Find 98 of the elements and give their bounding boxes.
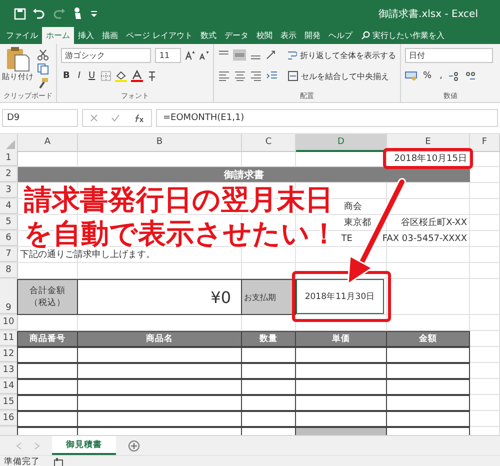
row-header[interactable]: 5 xyxy=(0,215,18,230)
increase-decimal-icon[interactable] xyxy=(448,71,460,81)
indent-icon[interactable] xyxy=(266,71,278,81)
italic-button[interactable]: I xyxy=(76,71,83,81)
ribbon-tab[interactable]: 開発 xyxy=(300,27,325,44)
row-header[interactable]: 2 xyxy=(0,167,18,182)
row-header[interactable]: 10 xyxy=(0,315,18,330)
currency-icon[interactable] xyxy=(405,71,417,81)
row-header[interactable]: 15 xyxy=(0,395,18,410)
add-sheet-icon[interactable] xyxy=(128,440,140,452)
font-color-icon[interactable] xyxy=(131,70,144,82)
column-header[interactable]: D xyxy=(296,134,387,152)
ribbon-tab[interactable]: データ xyxy=(220,27,253,44)
address-text: 谷区桜丘町X-XX xyxy=(401,216,467,229)
row-header[interactable]: 4 xyxy=(0,199,18,214)
align-center-icon[interactable] xyxy=(234,71,246,81)
window-title: 御請求書.xlsx - Excel xyxy=(378,8,478,20)
date-cell-text: 2018年10月15日 xyxy=(394,152,467,165)
font-grow-icon[interactable] xyxy=(185,50,196,60)
row-header[interactable]: 13 xyxy=(0,363,18,378)
ribbon-tab[interactable]: ページ レイアウト xyxy=(122,27,197,44)
middle-align-icon[interactable] xyxy=(233,49,246,61)
column-heading-cell: 数量 xyxy=(241,331,296,347)
row-header[interactable]: 12 xyxy=(0,347,18,362)
macro-record-icon[interactable] xyxy=(54,458,63,466)
annotation-text: 請求書発行日の翌月末日 xyxy=(24,183,334,217)
undo-icon[interactable] xyxy=(32,8,46,20)
font-size-box[interactable]: 11 xyxy=(155,48,182,62)
company-text: 商会 xyxy=(344,200,362,213)
row-header[interactable]: 11 xyxy=(0,331,18,346)
orientation-icon[interactable] xyxy=(266,50,277,60)
name-box[interactable]: D9 xyxy=(2,109,78,127)
insert-function-icon[interactable] xyxy=(134,114,144,122)
status-text: 準備完了 xyxy=(4,456,40,466)
sheet-tab[interactable]: 御見積書 xyxy=(52,436,116,455)
ribbon-tab[interactable]: 表示 xyxy=(276,27,301,44)
ribbon-tab[interactable]: 描画 xyxy=(98,27,122,44)
row-header[interactable]: 14 xyxy=(0,379,18,394)
comma-button[interactable]: , xyxy=(438,71,444,81)
total-label-cell: 合計金額 （税込） xyxy=(17,279,78,315)
row-header[interactable]: 16 xyxy=(0,411,18,426)
search-icon xyxy=(360,31,370,40)
column-heading-cell: 商品番号 xyxy=(17,331,78,347)
due-date-cell[interactable]: 2018年11月30日 xyxy=(296,279,384,314)
underline-button[interactable]: U xyxy=(86,71,98,81)
row-header[interactable] xyxy=(0,427,18,435)
format-painter-icon[interactable] xyxy=(37,77,49,89)
note-text: 下記の通りご請求申し上げます。 xyxy=(20,248,155,261)
row-header[interactable]: 3 xyxy=(0,183,18,198)
copy-icon[interactable] xyxy=(37,63,49,75)
percent-button[interactable]: % xyxy=(421,71,434,81)
customize-icon[interactable] xyxy=(90,10,98,18)
align-left-icon[interactable] xyxy=(218,71,230,81)
bold-button[interactable]: B xyxy=(61,71,72,81)
fill-color-icon[interactable] xyxy=(115,70,128,82)
merge-icon xyxy=(288,71,298,81)
row-header[interactable]: 6 xyxy=(0,231,18,246)
formula-field[interactable]: =EOMONTH(E1,1) xyxy=(156,109,498,127)
save-icon[interactable] xyxy=(14,8,26,20)
column-header[interactable]: C xyxy=(242,134,296,152)
touch-icon[interactable] xyxy=(72,7,84,20)
row-header[interactable]: 7 xyxy=(0,247,18,262)
font-shrink-icon[interactable] xyxy=(199,50,209,60)
annotation-text: を自動で表示させたい！ xyxy=(24,217,338,250)
ribbon-tab[interactable]: ホーム xyxy=(42,27,74,44)
column-header[interactable]: B xyxy=(78,134,242,152)
scissors-icon[interactable] xyxy=(37,49,49,61)
address-text: 東京都 xyxy=(344,216,372,229)
align-right-icon[interactable] xyxy=(250,71,262,81)
wrap-icon xyxy=(287,50,297,60)
corner-icon xyxy=(6,140,15,149)
phonetic-icon[interactable] xyxy=(147,70,158,82)
column-heading-cell: 金額 xyxy=(386,331,470,347)
column-heading-cell: 商品名 xyxy=(77,331,242,347)
column-header[interactable]: F xyxy=(470,134,500,152)
borders-icon[interactable] xyxy=(101,71,112,81)
ribbon-tab[interactable]: 挿入 xyxy=(74,27,98,44)
title-cell: 御請求書 xyxy=(18,167,470,182)
address-text: TE xyxy=(341,234,352,244)
address-text: FAX 03-5457-XXXX xyxy=(382,234,467,244)
font-name-box[interactable]: 游ゴシック xyxy=(61,48,152,62)
row-header[interactable]: 9 xyxy=(0,279,18,314)
merge-center-button[interactable]: セルを結合して中央揃え xyxy=(288,70,389,82)
tell-me-field[interactable]: 実行したい作業を入 xyxy=(360,27,445,44)
wrap-text-button[interactable]: 折り返して全体を表示する xyxy=(287,50,396,60)
row-header[interactable]: 8 xyxy=(0,263,18,278)
ribbon-tab[interactable]: 校閲 xyxy=(252,27,277,44)
paste-icon[interactable] xyxy=(6,46,30,72)
ribbon-tab[interactable]: ファイル xyxy=(2,27,42,44)
ribbon-tab[interactable]: 数式 xyxy=(196,27,221,44)
number-format-box[interactable]: 日付 xyxy=(405,48,493,62)
ribbon-tab[interactable]: ヘルプ xyxy=(324,27,357,44)
row-header[interactable]: 1 xyxy=(0,151,18,166)
column-heading-cell: 単価 xyxy=(295,331,387,347)
due-label-cell: お支払期 xyxy=(241,279,296,315)
decrease-decimal-icon[interactable] xyxy=(464,71,476,81)
amount-cell: ¥0 xyxy=(77,279,242,315)
column-header[interactable]: A xyxy=(18,134,78,152)
